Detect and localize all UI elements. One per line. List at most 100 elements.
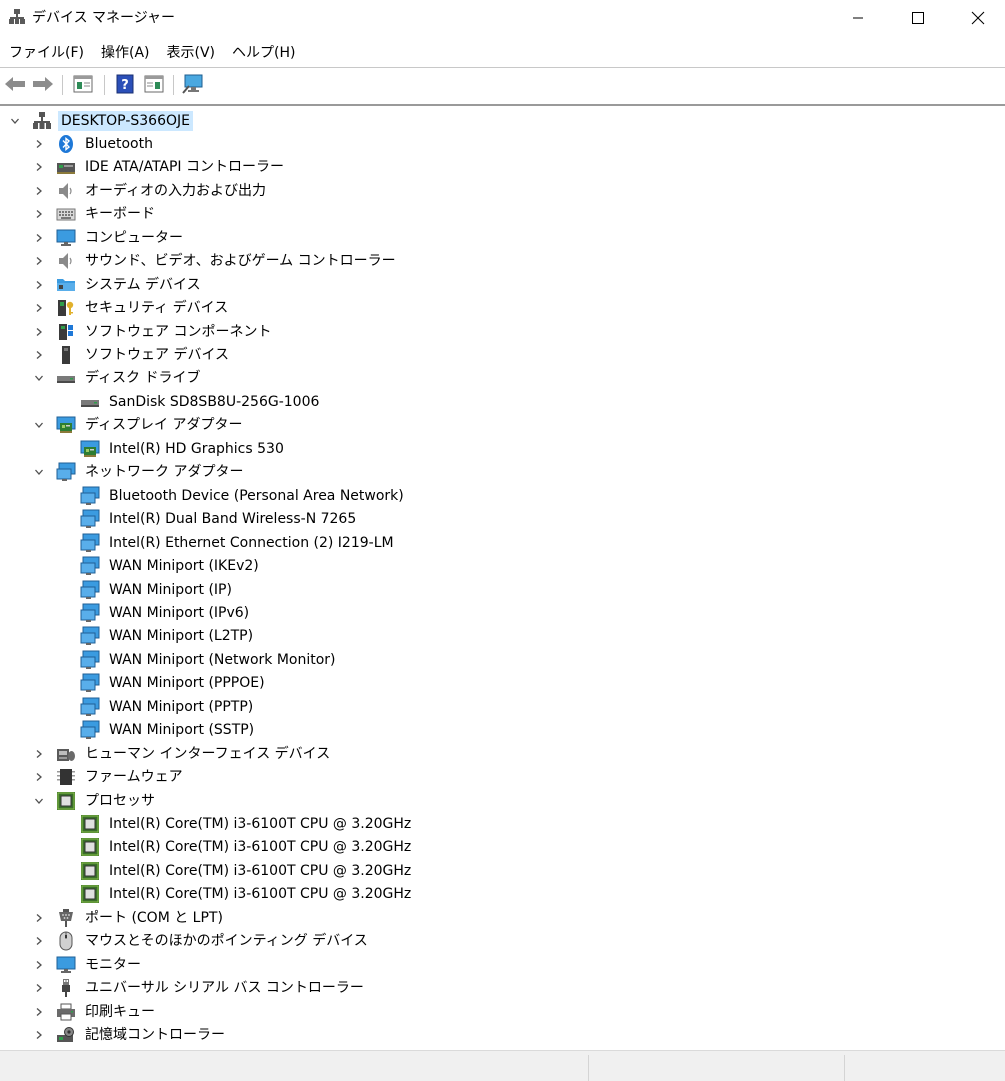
device-item[interactable]: Intel(R) Core(TM) i3-6100T CPU @ 3.20GHz (56, 836, 414, 859)
device-item[interactable]: Intel(R) Core(TM) i3-6100T CPU @ 3.20GHz (56, 859, 414, 882)
device-category[interactable]: IDE ATA/ATAPI コントローラー (32, 156, 287, 179)
device-item[interactable]: WAN Miniport (IKEv2) (56, 555, 262, 578)
keyboard-icon (56, 204, 76, 224)
device-item[interactable]: Intel(R) Ethernet Connection (2) I219-LM (56, 531, 397, 554)
disk-drive-icon (80, 392, 100, 412)
menu-view[interactable]: 表示(V) (158, 40, 224, 66)
network-adapter-icon (80, 486, 100, 506)
device-item[interactable]: WAN Miniport (PPPOE) (56, 672, 268, 695)
device-category[interactable]: ディスク ドライブ (32, 367, 203, 390)
properties-icon[interactable] (71, 73, 95, 95)
chevron-right-icon[interactable] (32, 254, 46, 268)
device-category[interactable]: オーディオの入力および出力 (32, 179, 269, 202)
display-adapter-icon (56, 415, 76, 435)
network-adapter-icon (80, 697, 100, 717)
device-category[interactable]: ソフトウェア コンポーネント (32, 320, 274, 343)
device-item[interactable]: Intel(R) Dual Band Wireless-N 7265 (56, 508, 359, 531)
device-category[interactable]: セキュリティ デバイス (32, 297, 231, 320)
device-item[interactable]: Bluetooth Device (Personal Area Network) (56, 484, 407, 507)
menu-action[interactable]: 操作(A) (92, 40, 158, 66)
chevron-down-icon[interactable] (32, 418, 46, 432)
tree-item-label: WAN Miniport (PPPOE) (109, 675, 265, 692)
chevron-right-icon[interactable] (32, 981, 46, 995)
device-item[interactable]: WAN Miniport (PPTP) (56, 695, 256, 718)
processor-icon (80, 861, 100, 881)
chevron-right-icon[interactable] (32, 348, 46, 362)
chevron-right-icon[interactable] (32, 770, 46, 784)
chevron-down-icon[interactable] (8, 114, 22, 128)
device-category[interactable]: 記憶域コントローラー (32, 1024, 228, 1047)
device-category[interactable]: ディスプレイ アダプター (32, 414, 245, 437)
device-category[interactable]: サウンド、ビデオ、およびゲーム コントローラー (32, 250, 399, 273)
device-category[interactable]: ファームウェア (32, 766, 186, 789)
back-arrow-icon[interactable] (3, 73, 27, 95)
menu-help[interactable]: ヘルプ(H) (223, 40, 303, 66)
menu-file[interactable]: ファイル(F) (0, 40, 92, 66)
device-item[interactable]: WAN Miniport (L2TP) (56, 625, 256, 648)
firmware-icon (56, 767, 76, 787)
close-button[interactable] (948, 0, 1005, 36)
tree-item-label: セキュリティ デバイス (85, 300, 229, 317)
device-category[interactable]: ヒューマン インターフェイス デバイス (32, 742, 333, 765)
toolbar-separator (173, 75, 174, 95)
device-category[interactable]: コンピューター (32, 226, 186, 249)
device-item[interactable]: WAN Miniport (Network Monitor) (56, 648, 339, 671)
chevron-right-icon[interactable] (32, 934, 46, 948)
chevron-right-icon[interactable] (32, 1005, 46, 1019)
device-category[interactable]: ポート (COM と LPT) (32, 906, 226, 929)
chevron-right-icon[interactable] (32, 184, 46, 198)
tree-item-label: Intel(R) HD Graphics 530 (109, 440, 284, 457)
device-item[interactable]: Intel(R) Core(TM) i3-6100T CPU @ 3.20GHz (56, 813, 414, 836)
chevron-right-icon[interactable] (32, 207, 46, 221)
tree-item-label: キーボード (85, 206, 155, 223)
device-item[interactable]: Intel(R) HD Graphics 530 (56, 437, 287, 460)
chevron-right-icon[interactable] (32, 160, 46, 174)
chevron-down-icon[interactable] (32, 371, 46, 385)
minimize-button[interactable] (828, 0, 888, 36)
device-category[interactable]: ネットワーク アダプター (32, 461, 246, 484)
title-bar: デバイス マネージャー (0, 0, 1005, 36)
tree-item-label: サウンド、ビデオ、およびゲーム コントローラー (85, 253, 396, 270)
chevron-down-icon[interactable] (32, 794, 46, 808)
display-adapter-icon (80, 439, 100, 459)
chevron-right-icon[interactable] (32, 747, 46, 761)
scan-hardware-icon[interactable] (182, 73, 206, 95)
help-icon[interactable]: ? (113, 73, 137, 95)
device-category[interactable]: ソフトウェア デバイス (32, 344, 232, 367)
update-driver-icon[interactable] (142, 73, 166, 95)
chevron-right-icon[interactable] (32, 958, 46, 972)
network-adapter-icon (80, 603, 100, 623)
chevron-right-icon[interactable] (32, 301, 46, 315)
device-item[interactable]: WAN Miniport (SSTP) (56, 719, 257, 742)
device-item[interactable]: Intel(R) Core(TM) i3-6100T CPU @ 3.20GHz (56, 883, 414, 906)
chevron-right-icon[interactable] (32, 325, 46, 339)
computer-root-node[interactable]: DESKTOP-S366OJE (8, 109, 193, 132)
device-category[interactable]: 印刷キュー (32, 1000, 158, 1023)
chevron-right-icon[interactable] (32, 1028, 46, 1042)
maximize-button[interactable] (888, 0, 948, 36)
chevron-right-icon[interactable] (32, 231, 46, 245)
device-category[interactable]: キーボード (32, 203, 158, 226)
chevron-right-icon[interactable] (32, 911, 46, 925)
chevron-down-icon[interactable] (32, 465, 46, 479)
device-category[interactable]: ユニバーサル シリアル バス コントローラー (32, 977, 367, 1000)
device-item[interactable]: WAN Miniport (IPv6) (56, 601, 252, 624)
tree-item-label: ネットワーク アダプター (85, 464, 244, 481)
device-item[interactable]: WAN Miniport (IP) (56, 578, 235, 601)
forward-arrow-icon[interactable] (31, 73, 55, 95)
device-category[interactable]: プロセッサ (32, 789, 158, 812)
chevron-right-icon[interactable] (32, 137, 46, 151)
device-category[interactable]: モニター (32, 953, 144, 976)
tree-item-label: Intel(R) Core(TM) i3-6100T CPU @ 3.20GHz (109, 886, 412, 903)
chevron-right-icon[interactable] (32, 278, 46, 292)
tree-item-label: WAN Miniport (SSTP) (109, 722, 255, 739)
device-category[interactable]: Bluetooth (32, 132, 156, 155)
device-category[interactable]: システム デバイス (32, 273, 204, 296)
device-item[interactable]: SanDisk SD8SB8U-256G-1006 (56, 390, 322, 413)
device-category[interactable]: マウスとそのほかのポインティング デバイス (32, 930, 371, 953)
